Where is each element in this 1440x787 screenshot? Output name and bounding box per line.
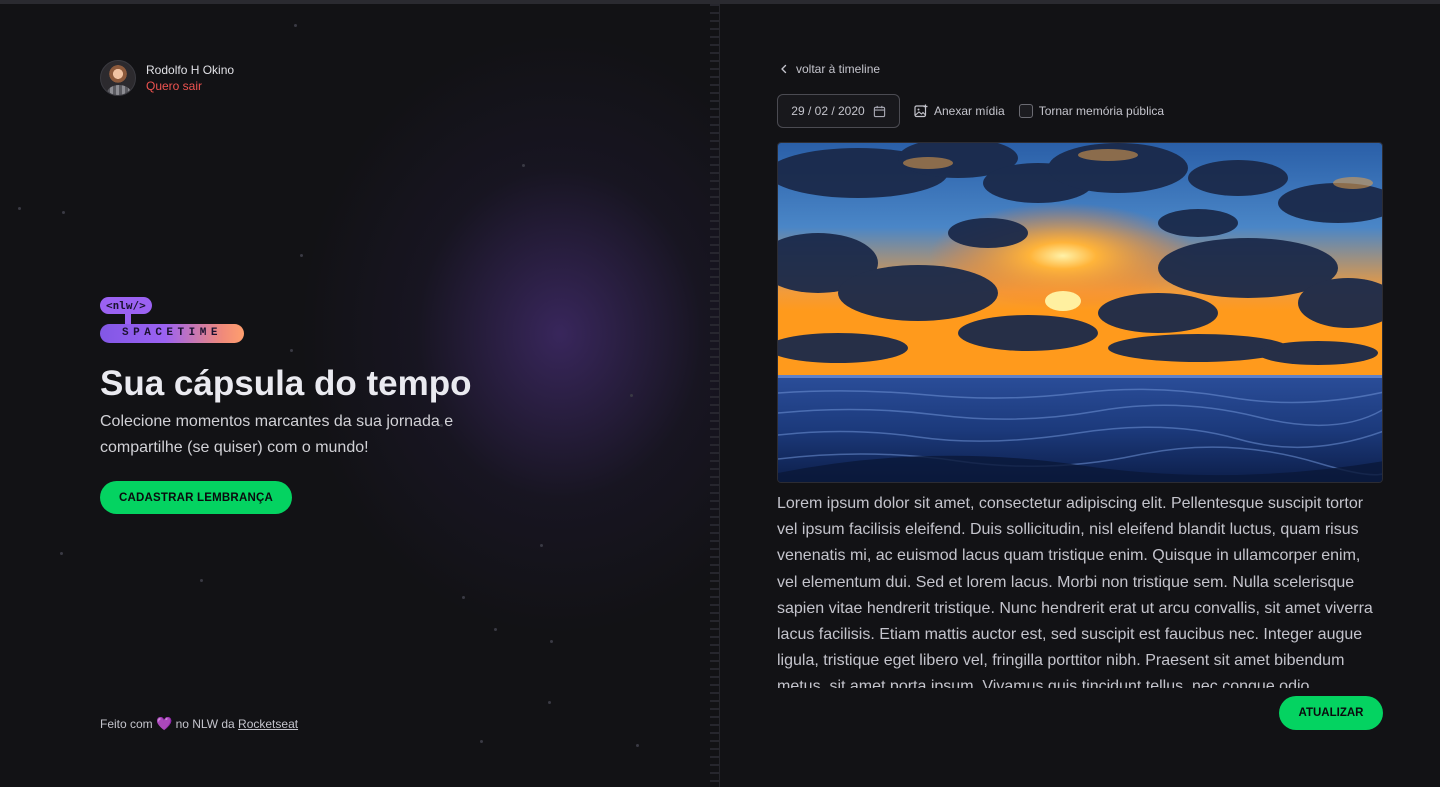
- footer: Feito com 💜 no NLW da Rocketseat: [100, 716, 298, 732]
- user-profile[interactable]: Rodolfo H Okino Quero sair: [100, 60, 234, 96]
- rocketseat-link[interactable]: Rocketseat: [238, 717, 298, 731]
- memory-cover-image[interactable]: [777, 142, 1383, 483]
- logout-link[interactable]: Quero sair: [146, 78, 234, 94]
- footer-prefix: Feito com: [100, 717, 153, 731]
- user-info: Rodolfo H Okino Quero sair: [146, 62, 234, 94]
- logo-tag: <nlw/>: [100, 297, 152, 314]
- image-plus-icon: [914, 104, 928, 118]
- back-to-timeline-link[interactable]: voltar à timeline: [778, 62, 880, 76]
- calendar-icon[interactable]: [873, 105, 886, 118]
- sunset-image: [778, 143, 1382, 482]
- attach-media-label: Anexar mídia: [934, 104, 1005, 118]
- footer-middle: no NLW da: [175, 717, 235, 731]
- memory-editor-panel: voltar à timeline 29 / 02 / 2020 Anexar …: [720, 4, 1440, 787]
- memory-content-textarea[interactable]: Lorem ipsum dolor sit amet, consectetur …: [777, 491, 1383, 688]
- hero-title: Sua cápsula do tempo: [100, 364, 472, 403]
- attach-media-button[interactable]: Anexar mídia: [914, 104, 1005, 118]
- public-label: Tornar memória pública: [1038, 104, 1165, 118]
- heart-icon: 💜: [156, 716, 173, 731]
- logo-wordmark: SPACETIME: [100, 324, 244, 343]
- hero-subtitle: Colecione momentos marcantes da sua jorn…: [100, 413, 454, 456]
- user-name: Rodolfo H Okino: [146, 63, 235, 77]
- hero-panel: Rodolfo H Okino Quero sair <nlw/> SPACET…: [0, 4, 720, 787]
- update-button[interactable]: ATUALIZAR: [1279, 696, 1383, 730]
- avatar: [100, 60, 136, 96]
- editor-toolbar: 29 / 02 / 2020 Anexar mídia Tornar memór…: [777, 94, 1164, 128]
- public-checkbox[interactable]: [1018, 104, 1033, 118]
- date-input[interactable]: 29 / 02 / 2020: [777, 94, 900, 128]
- back-label: voltar à timeline: [796, 62, 881, 76]
- register-memory-button[interactable]: CADASTRAR LEMBRANÇA: [100, 481, 292, 514]
- public-memory-toggle[interactable]: Tornar memória pública: [1018, 104, 1165, 118]
- date-value: 29 / 02 / 2020: [791, 104, 865, 118]
- chevron-left-icon: [781, 64, 787, 74]
- nlw-spacetime-logo: <nlw/> SPACETIME: [100, 297, 250, 347]
